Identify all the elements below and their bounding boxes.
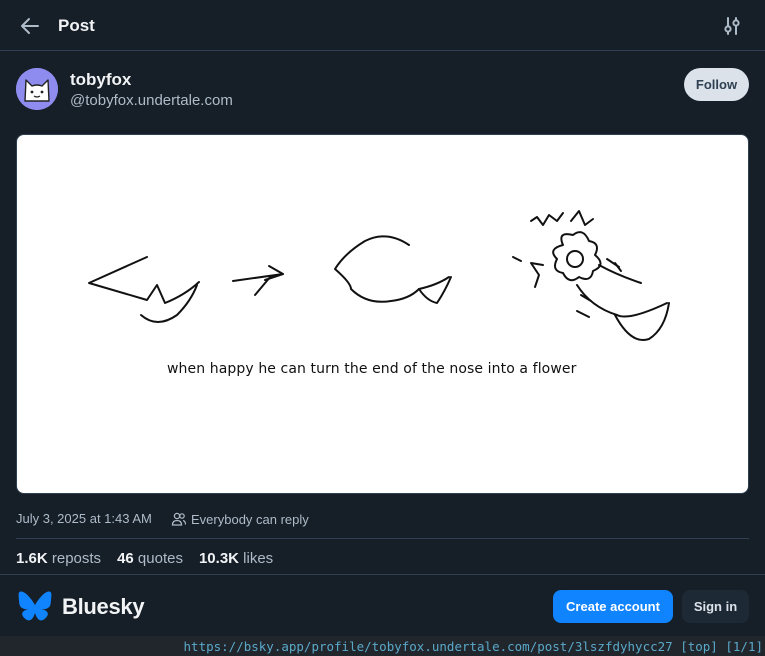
drawing-illustration <box>88 210 670 341</box>
author-handle[interactable]: @tobyfox.undertale.com <box>70 92 233 109</box>
author-display-name[interactable]: tobyfox <box>70 70 131 90</box>
reposts-stat[interactable]: 1.6K reposts <box>16 550 101 567</box>
reply-setting: Everybody can reply <box>171 511 309 527</box>
arrow-left-icon <box>21 18 39 34</box>
reposts-label: reposts <box>51 550 102 567</box>
likes-count: 10.3K <box>198 550 239 567</box>
quotes-stat[interactable]: 46 quotes <box>117 550 183 567</box>
reposts-count: 1.6K <box>16 550 48 567</box>
divider <box>16 538 749 539</box>
quotes-count: 46 <box>117 550 134 567</box>
avatar[interactable] <box>16 68 58 110</box>
cat-avatar-icon <box>16 68 58 110</box>
post-stats: 1.6K reposts 46 quotes 10.3K likes <box>16 550 273 567</box>
follow-button[interactable]: Follow <box>684 68 749 101</box>
sliders-icon <box>724 17 740 35</box>
back-button[interactable] <box>18 14 42 38</box>
footer-bar: Bluesky Create account Sign in <box>0 574 765 636</box>
statusbar-url: https://bsky.app/profile/tobyfox.underta… <box>183 639 763 654</box>
create-account-button[interactable]: Create account <box>553 590 673 623</box>
quotes-label: quotes <box>137 550 183 567</box>
butterfly-logo-icon[interactable] <box>18 591 52 621</box>
post-timestamp[interactable]: July 3, 2025 at 1:43 AM <box>16 511 152 526</box>
likes-stat[interactable]: 10.3K likes <box>199 550 273 567</box>
header-bar: Post <box>0 0 765 51</box>
reply-setting-label: Everybody can reply <box>191 511 309 527</box>
browser-statusbar: https://bsky.app/profile/tobyfox.underta… <box>0 636 765 656</box>
thread-settings-button[interactable] <box>720 14 744 38</box>
likes-label: likes <box>243 550 274 567</box>
image-caption: when happy he can turn the end of the no… <box>167 361 577 377</box>
page-title: Post <box>58 16 95 35</box>
brand-name: Bluesky <box>62 594 145 619</box>
post-image[interactable]: when happy he can turn the end of the no… <box>16 134 749 494</box>
sign-in-button[interactable]: Sign in <box>682 590 749 623</box>
people-icon <box>171 512 187 526</box>
